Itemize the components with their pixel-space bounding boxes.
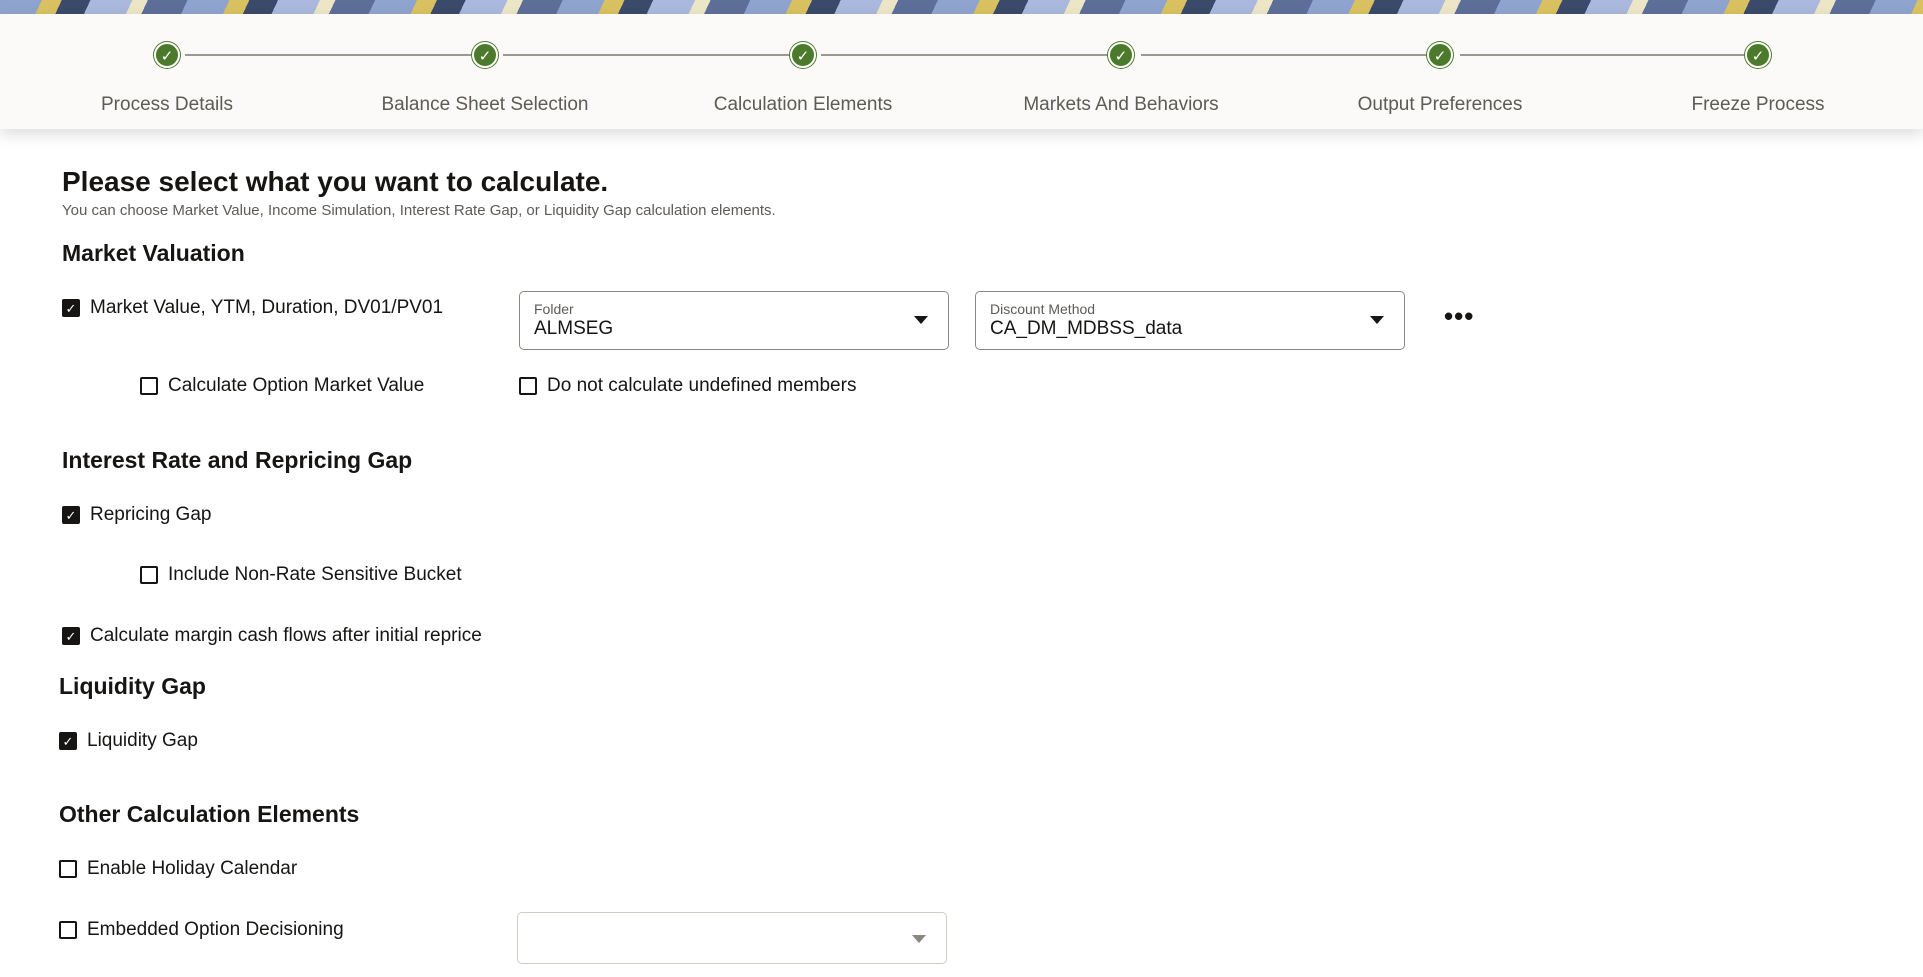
other-elements-heading: Other Calculation Elements xyxy=(59,801,360,827)
process-train: ✓ Process Details ✓ Balance Sheet Select… xyxy=(0,14,1923,129)
train-step-label: Process Details xyxy=(101,94,233,115)
checkbox-label: Enable Holiday Calendar xyxy=(87,858,298,879)
checkbox-label: Market Value, YTM, Duration, DV01/PV01 xyxy=(90,297,444,318)
more-options-icon[interactable]: ••• xyxy=(1444,301,1474,332)
margin-cash-flows-checkbox[interactable]: ✓ Calculate margin cash flows after init… xyxy=(62,625,482,647)
checkbox-unchecked-icon xyxy=(140,566,158,584)
checkbox-label: Do not calculate undefined members xyxy=(547,375,857,396)
check-icon: ✓ xyxy=(1427,42,1453,68)
train-connector xyxy=(1141,54,1428,56)
train-step-label: Freeze Process xyxy=(1691,94,1825,115)
liquidity-gap-heading: Liquidity Gap xyxy=(59,673,206,699)
main-content: Please select what you want to calculate… xyxy=(0,129,1923,977)
folder-value: ALMSEG xyxy=(534,318,614,339)
discount-method-value: CA_DM_MDBSS_data xyxy=(990,318,1183,339)
train-step-label: Markets And Behaviors xyxy=(1023,94,1219,115)
checkbox-label: Calculate Option Market Value xyxy=(168,375,425,396)
checkbox-unchecked-icon xyxy=(519,377,537,395)
train-connector xyxy=(1460,54,1746,56)
train-connector xyxy=(185,54,471,56)
page-title: Please select what you want to calculate… xyxy=(62,166,609,197)
repricing-gap-checkbox[interactable]: ✓ Repricing Gap xyxy=(62,504,211,526)
header-banner xyxy=(0,0,1923,14)
checkbox-unchecked-icon xyxy=(140,377,158,395)
checkbox-unchecked-icon xyxy=(59,921,77,939)
train-step-label: Balance Sheet Selection xyxy=(381,94,589,115)
check-icon: ✓ xyxy=(472,42,498,68)
non-rate-sensitive-bucket-checkbox[interactable]: Include Non-Rate Sensitive Bucket xyxy=(140,564,462,586)
embedded-option-select[interactable] xyxy=(517,912,947,964)
train-connector xyxy=(503,54,789,56)
checkbox-checked-icon: ✓ xyxy=(62,627,80,645)
checkbox-checked-icon: ✓ xyxy=(62,506,80,524)
caret-down-icon xyxy=(914,316,928,324)
checkbox-checked-icon: ✓ xyxy=(59,732,77,750)
page-subtitle: You can choose Market Value, Income Simu… xyxy=(62,202,776,219)
train-step-label: Output Preferences xyxy=(1357,94,1523,115)
market-value-checkbox[interactable]: ✓ Market Value, YTM, Duration, DV01/PV01 xyxy=(62,297,443,319)
checkbox-label: Repricing Gap xyxy=(90,504,212,525)
check-icon: ✓ xyxy=(1745,42,1771,68)
liquidity-gap-checkbox[interactable]: ✓ Liquidity Gap xyxy=(59,730,198,752)
train-connector xyxy=(821,54,1109,56)
checkbox-label: Calculate margin cash flows after initia… xyxy=(90,625,482,646)
check-icon: ✓ xyxy=(154,42,180,68)
market-valuation-heading: Market Valuation xyxy=(62,240,245,266)
discount-method-select[interactable]: Discount Method CA_DM_MDBSS_data xyxy=(975,291,1405,350)
checkbox-label: Embedded Option Decisioning xyxy=(87,919,344,940)
checkbox-label: Include Non-Rate Sensitive Bucket xyxy=(168,564,462,585)
checkbox-label: Liquidity Gap xyxy=(87,730,198,751)
check-icon: ✓ xyxy=(1108,42,1134,68)
embedded-option-decisioning-checkbox[interactable]: Embedded Option Decisioning xyxy=(59,919,344,941)
undefined-members-checkbox[interactable]: Do not calculate undefined members xyxy=(519,375,856,397)
checkbox-unchecked-icon xyxy=(59,860,77,878)
calculate-option-market-value-checkbox[interactable]: Calculate Option Market Value xyxy=(140,375,424,397)
repricing-gap-heading: Interest Rate and Repricing Gap xyxy=(62,447,413,473)
checkbox-checked-icon: ✓ xyxy=(62,299,80,317)
train-step-label: Calculation Elements xyxy=(713,94,893,115)
holiday-calendar-checkbox[interactable]: Enable Holiday Calendar xyxy=(59,858,297,880)
check-icon: ✓ xyxy=(790,42,816,68)
discount-method-label: Discount Method xyxy=(990,301,1096,317)
caret-down-icon xyxy=(1370,316,1384,324)
caret-down-icon xyxy=(912,935,926,943)
folder-select[interactable]: Folder ALMSEG xyxy=(519,291,949,350)
folder-label: Folder xyxy=(534,301,574,317)
